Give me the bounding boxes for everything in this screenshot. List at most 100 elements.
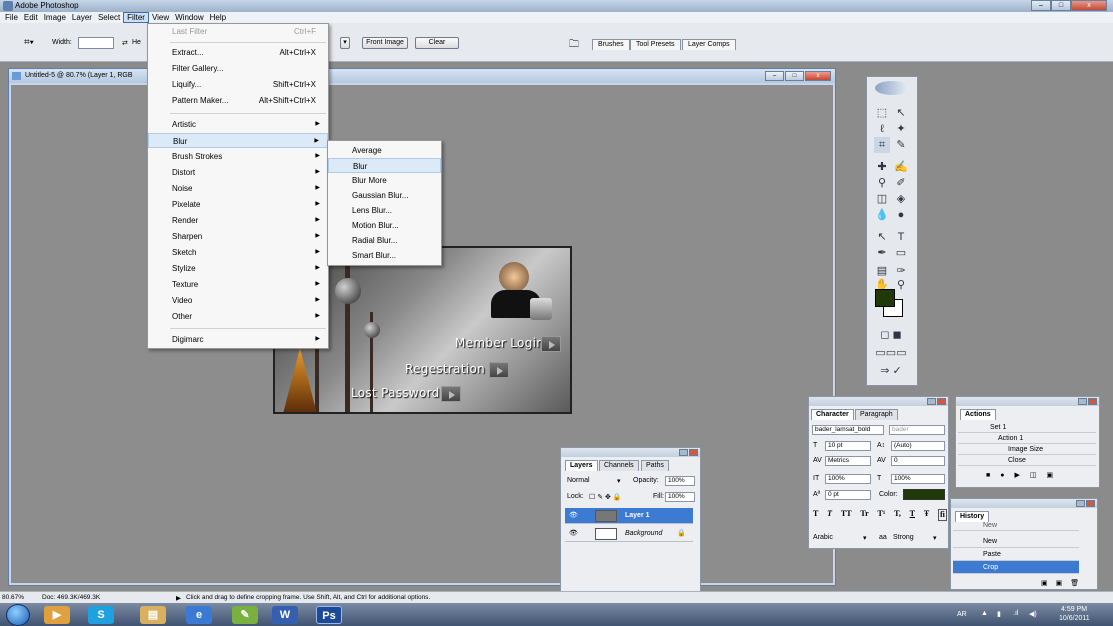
menu-item-video[interactable]: Video ▶ — [148, 293, 328, 308]
baseline-shift-field[interactable]: 0 pt — [825, 490, 871, 500]
visibility-eye-icon[interactable]: 👁 — [569, 511, 578, 520]
gradient-tool-icon[interactable]: ◈ — [893, 191, 909, 207]
maximize-button[interactable]: □ — [1051, 0, 1071, 11]
network-icon[interactable]: ▮ — [997, 610, 1001, 618]
lasso-tool-icon[interactable]: ℓ — [874, 121, 890, 137]
menu-item-blur-more[interactable]: Blur More — [328, 173, 441, 188]
media-player-icon[interactable]: ▶ — [44, 606, 70, 624]
layers-panel-titlebar[interactable] — [561, 448, 700, 457]
panel-minimize-icon[interactable] — [1078, 398, 1087, 405]
menu-item-liquify[interactable]: Liquify... Shift+Ctrl+X — [148, 77, 328, 92]
clear-button[interactable]: Clear — [415, 37, 459, 49]
font-family-select[interactable]: bader_lamsat_bold — [812, 425, 884, 435]
action-set-row[interactable]: Set 1 — [958, 422, 1096, 433]
type-tool-icon[interactable]: T — [893, 229, 909, 245]
blend-mode-select[interactable]: Normal — [567, 477, 590, 484]
layer-row-layer-1[interactable]: 👁 Layer 1 — [565, 508, 693, 524]
menu-item-texture[interactable]: Texture ▶ — [148, 277, 328, 292]
menu-item-blur-filter[interactable]: Blur — [328, 158, 441, 173]
crop-tool-icon[interactable]: ⌗ — [874, 137, 890, 153]
tab-layers[interactable]: Layers — [565, 460, 598, 471]
menu-item-digimarc[interactable]: Digimarc ▶ — [148, 332, 328, 347]
faux-italic-button[interactable]: T — [827, 509, 832, 521]
path-selection-tool-icon[interactable]: ↖ — [874, 229, 890, 245]
minimize-button[interactable]: – — [1031, 0, 1051, 11]
kerning-field[interactable]: Metrics — [825, 456, 871, 466]
menu-select[interactable]: Select — [95, 12, 123, 23]
well-tab-layer-comps[interactable]: Layer Comps — [682, 39, 736, 50]
language-indicator[interactable]: AR — [957, 611, 967, 618]
menu-item-smart-blur[interactable]: Smart Blur... — [328, 248, 441, 263]
doc-close-button[interactable]: x — [805, 71, 831, 81]
menu-item-sharpen[interactable]: Sharpen ▶ — [148, 229, 328, 244]
swap-icon[interactable]: ⇄ — [122, 39, 128, 47]
history-state-row-selected[interactable]: Crop — [953, 561, 1079, 574]
history-state-row[interactable]: New — [953, 535, 1079, 548]
healing-brush-tool-icon[interactable]: ✚ — [874, 159, 890, 175]
antialias-dropdown-icon[interactable]: ▾ — [933, 534, 937, 542]
photoshop-taskbar-icon[interactable]: Ps — [316, 606, 342, 624]
word-icon[interactable]: W — [272, 606, 298, 624]
jump-to-imageready-icon[interactable]: ⇒ ✓ — [872, 363, 910, 379]
panel-close-icon[interactable] — [689, 449, 698, 456]
visibility-eye-icon[interactable]: 👁 — [569, 529, 578, 538]
menu-item-artistic[interactable]: Artistic ▶ — [148, 117, 328, 132]
character-panel-titlebar[interactable] — [809, 397, 948, 406]
underline-button[interactable]: T — [910, 509, 915, 521]
menu-item-radial-blur[interactable]: Radial Blur... — [328, 233, 441, 248]
magic-wand-tool-icon[interactable]: ✦ — [893, 121, 909, 137]
document-title-bar[interactable]: Untitled-5 @ 80.7% (Layer 1, RGB – □ x — [9, 69, 835, 83]
quick-mask-mode-icon[interactable]: ◻ ◼ — [872, 327, 910, 343]
clock-time[interactable]: 4:59 PM — [1061, 606, 1087, 613]
tab-channels[interactable]: Channels — [599, 460, 639, 471]
clock-date[interactable]: 10/6/2011 — [1059, 615, 1090, 622]
menu-item-extract[interactable]: Extract... Alt+Ctrl+X — [148, 45, 328, 60]
panel-close-icon[interactable] — [937, 398, 946, 405]
all-caps-button[interactable]: TT — [841, 509, 852, 521]
screen-mode-icon[interactable]: ▭▭▭ — [872, 345, 910, 361]
menu-item-other[interactable]: Other ▶ — [148, 309, 328, 324]
brush-tool-icon[interactable]: ✍ — [893, 159, 909, 175]
font-size-field[interactable]: 10 pt — [825, 441, 871, 451]
clone-stamp-tool-icon[interactable]: ⚲ — [874, 175, 890, 191]
menu-help[interactable]: Help — [207, 12, 229, 23]
pen-tool-icon[interactable]: ✒ — [874, 245, 890, 261]
opacity-field[interactable]: 100% — [665, 476, 695, 486]
doc-maximize-button[interactable]: □ — [785, 71, 804, 81]
menu-item-brush-strokes[interactable]: Brush Strokes ▶ — [148, 149, 328, 164]
menu-view[interactable]: View — [149, 12, 172, 23]
actions-panel-titlebar[interactable] — [956, 397, 1099, 406]
blend-mode-dropdown-icon[interactable]: ▾ — [617, 477, 621, 485]
menu-item-gaussian-blur[interactable]: Gaussian Blur... — [328, 188, 441, 203]
close-button[interactable]: x — [1071, 0, 1107, 11]
tracking-field[interactable]: 0 — [891, 456, 945, 466]
menu-layer[interactable]: Layer — [69, 12, 95, 23]
crop-tool-preset-icon[interactable]: ⌗▾ — [24, 37, 34, 48]
tray-arrow-icon[interactable]: ▲ — [981, 610, 988, 617]
well-tab-brushes[interactable]: Brushes — [592, 39, 630, 50]
zoom-tool-icon[interactable]: ⚲ — [893, 277, 909, 293]
menu-item-noise[interactable]: Noise ▶ — [148, 181, 328, 196]
volume-icon[interactable]: ◀) — [1029, 610, 1037, 618]
antialias-select[interactable]: Strong — [893, 534, 914, 541]
menu-item-lens-blur[interactable]: Lens Blur... — [328, 203, 441, 218]
menu-edit[interactable]: Edit — [21, 12, 41, 23]
action-row[interactable]: Action 1 — [958, 433, 1096, 444]
text-color-swatch[interactable] — [903, 489, 945, 500]
menu-filter[interactable]: Filter — [123, 12, 149, 23]
menu-item-average[interactable]: Average — [328, 143, 441, 158]
action-controls[interactable]: ■●▶◫▣ — [986, 471, 1063, 479]
lock-icons[interactable]: ☐ ✎ ✥ 🔒 — [589, 493, 622, 501]
language-dropdown-icon[interactable]: ▾ — [863, 534, 867, 542]
skype-icon[interactable]: S — [88, 606, 114, 624]
menu-item-pixelate[interactable]: Pixelate ▶ — [148, 197, 328, 212]
menu-item-render[interactable]: Render ▶ — [148, 213, 328, 228]
well-tab-tool-presets[interactable]: Tool Presets — [630, 39, 681, 50]
ligature-button[interactable]: fi — [938, 509, 947, 521]
front-image-button[interactable]: Front Image — [362, 37, 408, 49]
menu-item-stylize[interactable]: Stylize ▶ — [148, 261, 328, 276]
menu-window[interactable]: Window — [172, 12, 206, 23]
panel-close-icon[interactable] — [1086, 500, 1095, 507]
leading-field[interactable]: (Auto) — [891, 441, 945, 451]
shape-tool-icon[interactable]: ▭ — [893, 245, 909, 261]
